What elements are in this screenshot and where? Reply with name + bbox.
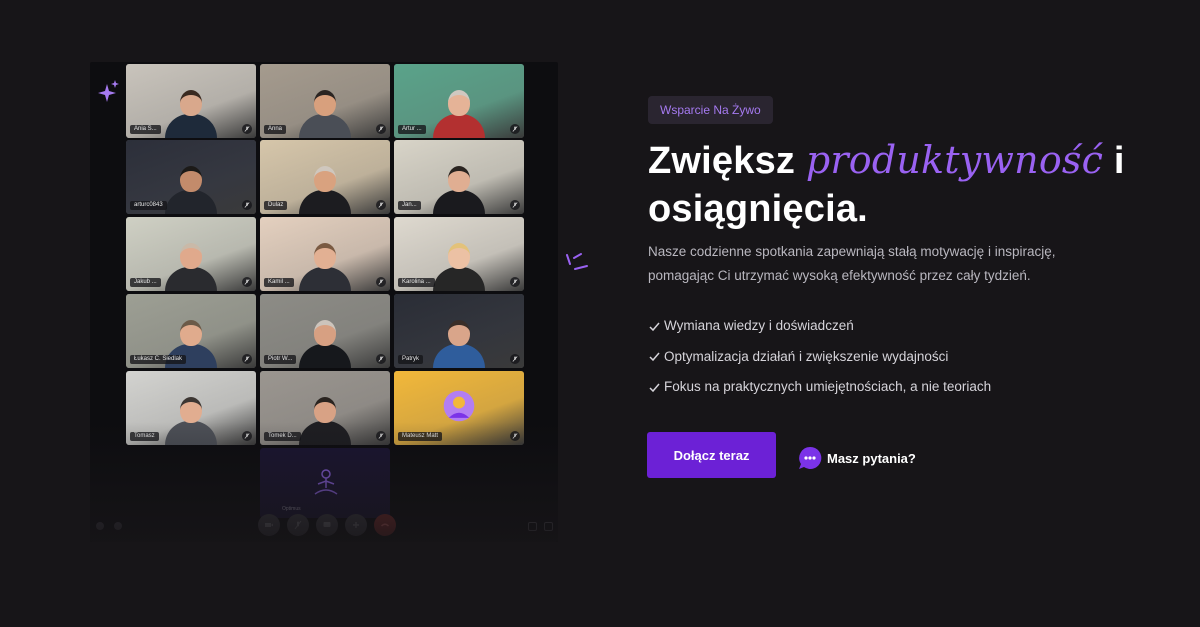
mic-off-icon	[242, 354, 252, 364]
participant-name: Patryk	[398, 355, 424, 364]
mic-off-icon	[242, 200, 252, 210]
chat-bubble-icon	[799, 446, 822, 469]
participant-name: Dulaz	[264, 201, 288, 210]
toolbar-dot[interactable]	[96, 522, 104, 530]
participant-video	[161, 393, 221, 445]
participant-video	[429, 86, 489, 138]
participant-name: Ania S...	[130, 125, 161, 134]
participant-tile[interactable]: Kamil ...	[260, 217, 390, 291]
meditation-icon	[314, 469, 338, 495]
mic-off-icon	[510, 277, 520, 287]
participant-tile[interactable]: Mateusz Matt	[394, 371, 524, 445]
chat-button[interactable]	[316, 514, 338, 536]
participant-name: Łukasz C. Siedlak	[130, 355, 187, 364]
participant-name: Anna	[264, 125, 287, 134]
participant-video	[295, 316, 355, 368]
participant-video	[295, 393, 355, 445]
mic-off-icon	[294, 520, 302, 530]
questions-label: Masz pytania?	[827, 450, 916, 466]
camera-button[interactable]	[258, 514, 280, 536]
mic-off-icon	[376, 354, 386, 364]
participant-name: Kamil ...	[264, 278, 294, 287]
plus-icon	[353, 522, 359, 528]
mic-off-icon	[376, 277, 386, 287]
title-part-1: Zwiększ	[648, 140, 806, 182]
mic-off-icon	[510, 431, 520, 441]
participant-tile[interactable]: Łukasz C. Siedlak	[126, 294, 256, 368]
feature-label: Wymiana wiedzy i doświadczeń	[664, 318, 854, 333]
participant-name: Tomek D...	[264, 432, 301, 441]
mic-off-icon	[242, 431, 252, 441]
more-button[interactable]	[345, 514, 367, 536]
live-support-badge: Wsparcie Na Żywo	[648, 96, 773, 124]
mic-off-icon	[242, 124, 252, 134]
participant-name: Piotr W...	[264, 355, 297, 364]
mic-off-icon	[242, 277, 252, 287]
participant-video	[429, 239, 489, 291]
participant-tile[interactable]: Karolina ...	[394, 217, 524, 291]
participant-video	[429, 162, 489, 214]
participant-name: Mateusz Matt	[398, 432, 443, 441]
participant-name: Artur ...	[398, 125, 426, 134]
chat-icon	[323, 522, 331, 527]
page-title: Zwiększ produktywność i osiągnięcia.	[648, 136, 1168, 233]
check-icon	[649, 322, 660, 331]
participant-tile[interactable]: Ania S...	[126, 64, 256, 138]
mic-off-icon	[510, 354, 520, 364]
participant-video	[161, 86, 221, 138]
feature-label: Optymalizacja działań i zwiększenie wyda…	[664, 348, 949, 364]
participant-video	[295, 239, 355, 291]
participant-tile[interactable]: Piotr W...	[260, 294, 390, 368]
participant-tile[interactable]: Tomek D...	[260, 371, 390, 445]
join-now-button[interactable]: Dołącz teraz	[647, 432, 776, 478]
avatar-icon	[443, 390, 475, 422]
participant-tile[interactable]: arturc0843	[126, 140, 256, 214]
participant-name: Jan...	[398, 201, 421, 210]
feature-item: Optymalizacja działań i zwiększenie wyda…	[648, 347, 991, 367]
title-accent: produktywność	[805, 138, 1104, 182]
description: Nasze codzienne spotkania zapewniają sta…	[648, 244, 1056, 283]
participant-tile[interactable]: Dulaz	[260, 140, 390, 214]
participant-video	[429, 316, 489, 368]
layout-icon[interactable]	[528, 522, 537, 531]
feature-item: Wymiana wiedzy i doświadczeń	[648, 316, 991, 336]
check-icon	[649, 352, 660, 362]
mic-off-icon	[376, 200, 386, 210]
mic-off-icon	[510, 200, 520, 210]
questions-link[interactable]: Masz pytania?	[798, 446, 916, 470]
feature-item: Fokus na praktycznych umiejętnościach, a…	[648, 377, 991, 397]
check-icon	[649, 383, 660, 392]
participant-video	[161, 239, 221, 291]
call-toolbar	[90, 514, 558, 538]
participant-video	[161, 162, 221, 214]
hang-up-icon	[380, 523, 390, 527]
toolbar-dot[interactable]	[114, 522, 122, 530]
participant-name: Jakub ...	[130, 278, 161, 287]
participant-tile[interactable]: Artur ...	[394, 64, 524, 138]
fullscreen-icon[interactable]	[544, 522, 553, 531]
leave-call-button[interactable]	[374, 514, 396, 536]
participant-video	[295, 162, 355, 214]
mic-off-icon	[510, 124, 520, 134]
mic-off-icon	[376, 431, 386, 441]
camera-icon	[265, 523, 273, 527]
decorative-strokes	[566, 253, 588, 270]
participant-name: arturc0843	[130, 201, 167, 210]
participant-video	[295, 86, 355, 138]
participant-name: Karolina ...	[398, 278, 435, 287]
participant-tile[interactable]: Jakub ...	[126, 217, 256, 291]
bottom-tile-label: Optimus	[282, 506, 301, 512]
mic-off-icon	[376, 124, 386, 134]
video-call-screenshot: Ania S... Anna Artur ... arturc0843 Dulaz Jan…	[90, 62, 558, 542]
participant-tile[interactable]: Patryk	[394, 294, 524, 368]
participant-tile[interactable]: Anna	[260, 64, 390, 138]
participant-tile[interactable]: Jan...	[394, 140, 524, 214]
participant-name: Tomasz	[130, 432, 159, 441]
bottom-tile: Optimus	[260, 448, 390, 518]
feature-label: Fokus na praktycznych umiejętnościach, a…	[664, 379, 992, 394]
mic-button[interactable]	[287, 514, 309, 536]
participant-tile[interactable]: Tomasz	[126, 371, 256, 445]
sparkle-icon	[98, 80, 119, 102]
feature-list: Wymiana wiedzy i doświadczeń Optymalizac…	[648, 316, 991, 408]
